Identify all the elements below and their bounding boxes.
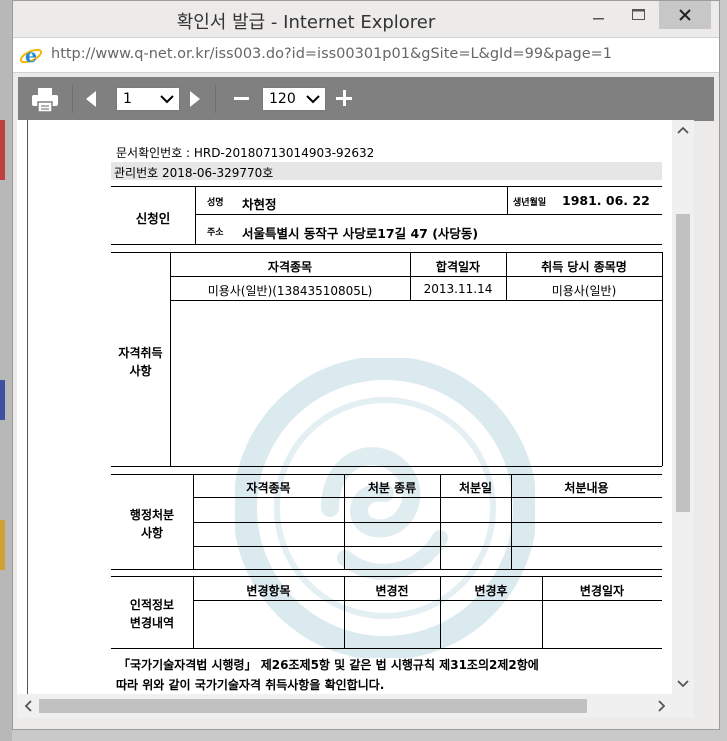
scroll-right-icon[interactable]: [657, 700, 667, 715]
zoom-in-icon[interactable]: [336, 90, 352, 106]
desktop-edge-strip: [0, 120, 5, 180]
qualification-cell: 미용사(일반)(13843510805L): [207, 284, 373, 298]
personal-header: 변경항목: [246, 584, 291, 598]
maximize-icon: [632, 9, 645, 20]
toolbar-separator: [72, 85, 73, 113]
scrollbar-corner: [672, 694, 694, 718]
chevron-down-icon: [160, 95, 174, 104]
title-bar: 확인서 발급 - Internet Explorer: [13, 1, 719, 37]
admin-header: 처분내용: [564, 481, 609, 495]
minimize-button[interactable]: [579, 1, 619, 29]
personal-header: 변경후: [474, 584, 508, 598]
close-icon: [679, 9, 691, 21]
qualification-label-line1: 자격취득: [118, 346, 163, 360]
footer-statement-line1: 「국가기술자격법 시행령」 제26조제5항 및 같은 법 시행규칙 제31조의2…: [118, 658, 539, 672]
applicant-dob: 1981. 06. 22: [562, 193, 650, 208]
certificate-document: 문서확인번호 : HRD-20180713014903-92632 관리번호 2…: [17, 120, 672, 694]
footer-statement-line2: 따라 위와 같이 국가기술자격 취득사항을 확인합니다.: [116, 678, 385, 692]
vertical-scroll-thumb[interactable]: [676, 214, 690, 512]
scroll-left-icon[interactable]: [23, 700, 33, 715]
prev-page-icon[interactable]: [86, 91, 98, 107]
personal-label-line2: 변경내역: [129, 616, 175, 630]
url-text: http://www.q-net.or.kr/iss003.do?id=iss0…: [51, 46, 613, 62]
qualification-cell: 미용사(일반): [551, 284, 617, 298]
admin-header: 처분일: [458, 481, 493, 495]
table-border: [193, 600, 662, 601]
watermark-seal: [235, 358, 535, 658]
table-border: [193, 546, 662, 547]
desktop-edge-strip: [0, 520, 5, 570]
qualification-header: 합격일자: [435, 260, 481, 274]
applicant-name: 차현정: [242, 197, 277, 212]
mgmt-number: 관리번호 2018-06-329770호: [114, 166, 274, 180]
name-label: 성명: [207, 198, 224, 208]
next-page-icon[interactable]: [188, 91, 200, 107]
vertical-scrollbar[interactable]: [672, 120, 694, 694]
zoom-select[interactable]: 120: [262, 87, 326, 111]
desktop-edge: [0, 0, 12, 741]
desktop-edge-strip: [0, 380, 5, 420]
address-bar[interactable]: e http://www.q-net.or.kr/iss003.do?id=is…: [13, 37, 719, 73]
personal-label-line1: 인적정보: [129, 598, 175, 612]
applicant-label: 신청인: [135, 211, 171, 226]
chevron-down-icon: [306, 95, 320, 104]
qualification-header: 자격종목: [267, 260, 313, 274]
page-select-value: 1: [123, 91, 132, 107]
doc-number: 문서확인번호 : HRD-20180713014903-92632: [116, 146, 375, 160]
page-select[interactable]: 1: [116, 87, 180, 111]
document-viewport: 문서확인번호 : HRD-20180713014903-92632 관리번호 2…: [17, 120, 672, 694]
pdf-toolbar: 1 120: [18, 77, 714, 121]
table-border: [193, 522, 662, 523]
qualification-label-line2: 사항: [129, 364, 152, 378]
qualification-cell: 2013.11.14: [423, 282, 493, 296]
scroll-down-icon[interactable]: [677, 678, 689, 692]
table-border: [111, 466, 662, 467]
personal-header: 변경전: [375, 584, 409, 598]
address-label: 주소: [207, 228, 224, 238]
table-border: [111, 244, 662, 245]
table-border: [111, 648, 662, 649]
admin-label-line1: 행정처분: [129, 508, 175, 522]
internet-explorer-icon: e: [19, 45, 43, 67]
maximize-button[interactable]: [619, 1, 659, 29]
zoom-out-icon[interactable]: [234, 97, 249, 100]
table-border: [111, 186, 662, 187]
horizontal-scrollbar[interactable]: [17, 694, 672, 718]
qualification-header: 취득 당시 종목명: [541, 260, 627, 274]
table-border: [111, 569, 662, 570]
horizontal-scroll-thumb[interactable]: [39, 699, 587, 713]
table-border: [111, 252, 662, 253]
table-border: [170, 276, 662, 277]
admin-header: 자격종목: [246, 481, 291, 495]
table-border: [507, 186, 508, 214]
svg-text:e: e: [25, 45, 37, 67]
personal-header: 변경일자: [579, 584, 625, 598]
dob-label: 생년월일: [513, 198, 547, 208]
close-button[interactable]: [659, 1, 711, 29]
applicant-address: 서울특별시 동작구 사당로17길 47 (사당동): [242, 226, 479, 241]
admin-label-line2: 사항: [140, 526, 164, 540]
window-title: 확인서 발급 - Internet Explorer: [176, 12, 436, 33]
table-border: [170, 300, 662, 301]
scroll-up-icon[interactable]: [677, 124, 689, 138]
zoom-select-value: 120: [269, 91, 296, 107]
table-border: [195, 214, 662, 215]
table-border: [662, 252, 663, 466]
admin-header: 처분 종류: [367, 481, 417, 495]
table-border: [193, 497, 662, 498]
toolbar-separator: [215, 85, 216, 113]
table-border: [195, 186, 196, 244]
print-icon[interactable]: [31, 87, 59, 113]
minimize-icon: [593, 18, 604, 20]
